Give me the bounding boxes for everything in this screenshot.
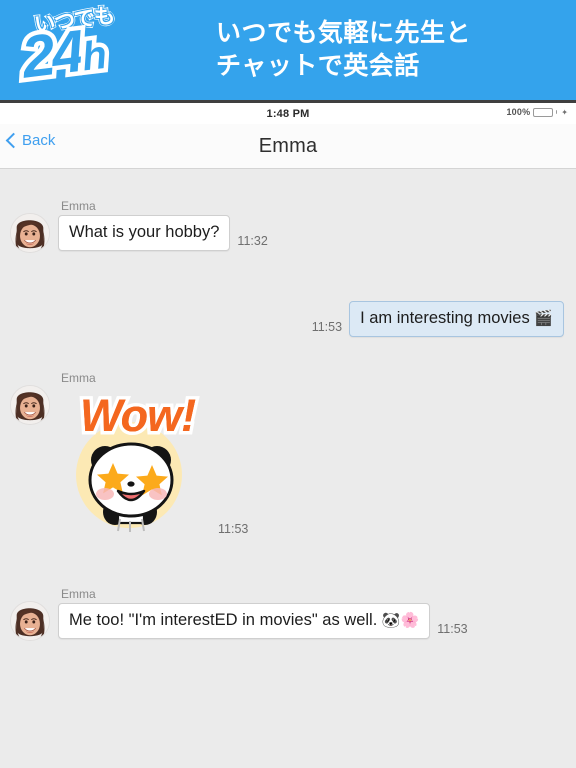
message-column: Emma What is your hobby? 11:32	[58, 199, 268, 253]
promo-headline-line2: チャットで英会話	[216, 52, 420, 80]
chat-message-incoming: Emma What is your hobby? 11:32	[0, 199, 576, 253]
charging-bolt-icon: ✦	[561, 107, 568, 117]
message-column: Emma Wow! Wow! 11:53	[58, 371, 248, 539]
message-timestamp: 11:53	[218, 521, 249, 536]
chat-message-outgoing: 11:53 I am interesting movies 🎬	[0, 301, 576, 337]
panda-wow-sticker[interactable]: Wow! Wow!	[58, 387, 208, 539]
sender-name: Emma	[61, 370, 96, 385]
chat-message-incoming: Emma Me too! "I'm interestED in movies" …	[0, 587, 576, 641]
status-bar-time: 1:48 PM	[266, 107, 310, 120]
message-bubble[interactable]: What is your hobby?	[58, 215, 231, 251]
banner-divider	[0, 100, 576, 103]
message-timestamp: 11:53	[437, 621, 468, 636]
clapperboard-emoji-icon: 🎬	[534, 310, 553, 327]
logo-number: 24	[14, 13, 90, 95]
status-bar-right-cluster: 100% ✦	[506, 107, 568, 117]
avatar-emma-icon	[11, 601, 49, 640]
avatar[interactable]	[10, 213, 50, 253]
message-timestamp: 11:53	[311, 319, 343, 334]
bubble-line: 11:53 I am interesting movies 🎬	[312, 301, 564, 337]
chat-message-sticker: Emma Wow! Wow! 11:53	[0, 371, 576, 539]
battery-percent-label: 100%	[506, 107, 531, 117]
avatar-emma-icon	[11, 214, 49, 252]
chevron-left-icon	[5, 132, 22, 149]
device-screen: 1:48 PM 100% ✦ Back Emma Emma What is yo…	[0, 103, 576, 768]
message-bubble[interactable]: Me too! "I'm interestED in movies" as we…	[58, 602, 431, 639]
message-column: Emma Me too! "I'm interestED in movies" …	[58, 587, 468, 641]
promo-headline: いつでも気軽に先生と チャットで英会話	[216, 17, 471, 83]
sender-name: Emma	[61, 586, 96, 601]
message-bubble[interactable]: I am interesting movies 🎬	[349, 301, 564, 337]
battery-icon	[533, 107, 554, 117]
promo-banner: いつでも 24h いつでも気軽に先生と チャットで英会話	[0, 0, 576, 100]
app-root: いつでも 24h いつでも気軽に先生と チャットで英会話 1:48 PM 100…	[0, 0, 576, 768]
bubble-line: What is your hobby? 11:32	[58, 215, 268, 251]
avatar[interactable]	[10, 384, 50, 425]
message-timestamp: 11:32	[237, 233, 268, 248]
promo-headline-line1: いつでも気軽に先生と	[216, 19, 472, 47]
panda-flower-emoji-icon: 🐼🌸	[381, 611, 420, 629]
sender-name: Emma	[61, 199, 96, 213]
avatar-emma-icon	[11, 385, 49, 424]
bubble-line: Me too! "I'm interestED in movies" as we…	[58, 602, 468, 639]
avatar[interactable]	[10, 600, 50, 641]
message-text: Me too! "I'm interestED in movies" as we…	[69, 610, 378, 629]
status-bar: 1:48 PM 100% ✦	[0, 103, 576, 124]
message-text: I am interesting movies	[360, 309, 530, 327]
promo-logo-24h: いつでも 24h	[14, 0, 184, 106]
sticker-line: Wow! Wow! 11:53	[58, 387, 248, 539]
logo-hour-suffix: h	[75, 29, 111, 84]
nav-bar: Back Emma	[0, 124, 576, 169]
page-title: Emma	[258, 134, 318, 157]
back-button-label: Back	[22, 132, 56, 149]
svg-text:Wow!: Wow!	[80, 390, 196, 441]
back-button[interactable]: Back	[5, 132, 56, 149]
battery-cap-icon	[556, 110, 558, 114]
chat-message-list[interactable]: Emma What is your hobby? 11:32 11:53 I a…	[0, 169, 576, 768]
logo-main-text: 24h	[14, 13, 111, 95]
